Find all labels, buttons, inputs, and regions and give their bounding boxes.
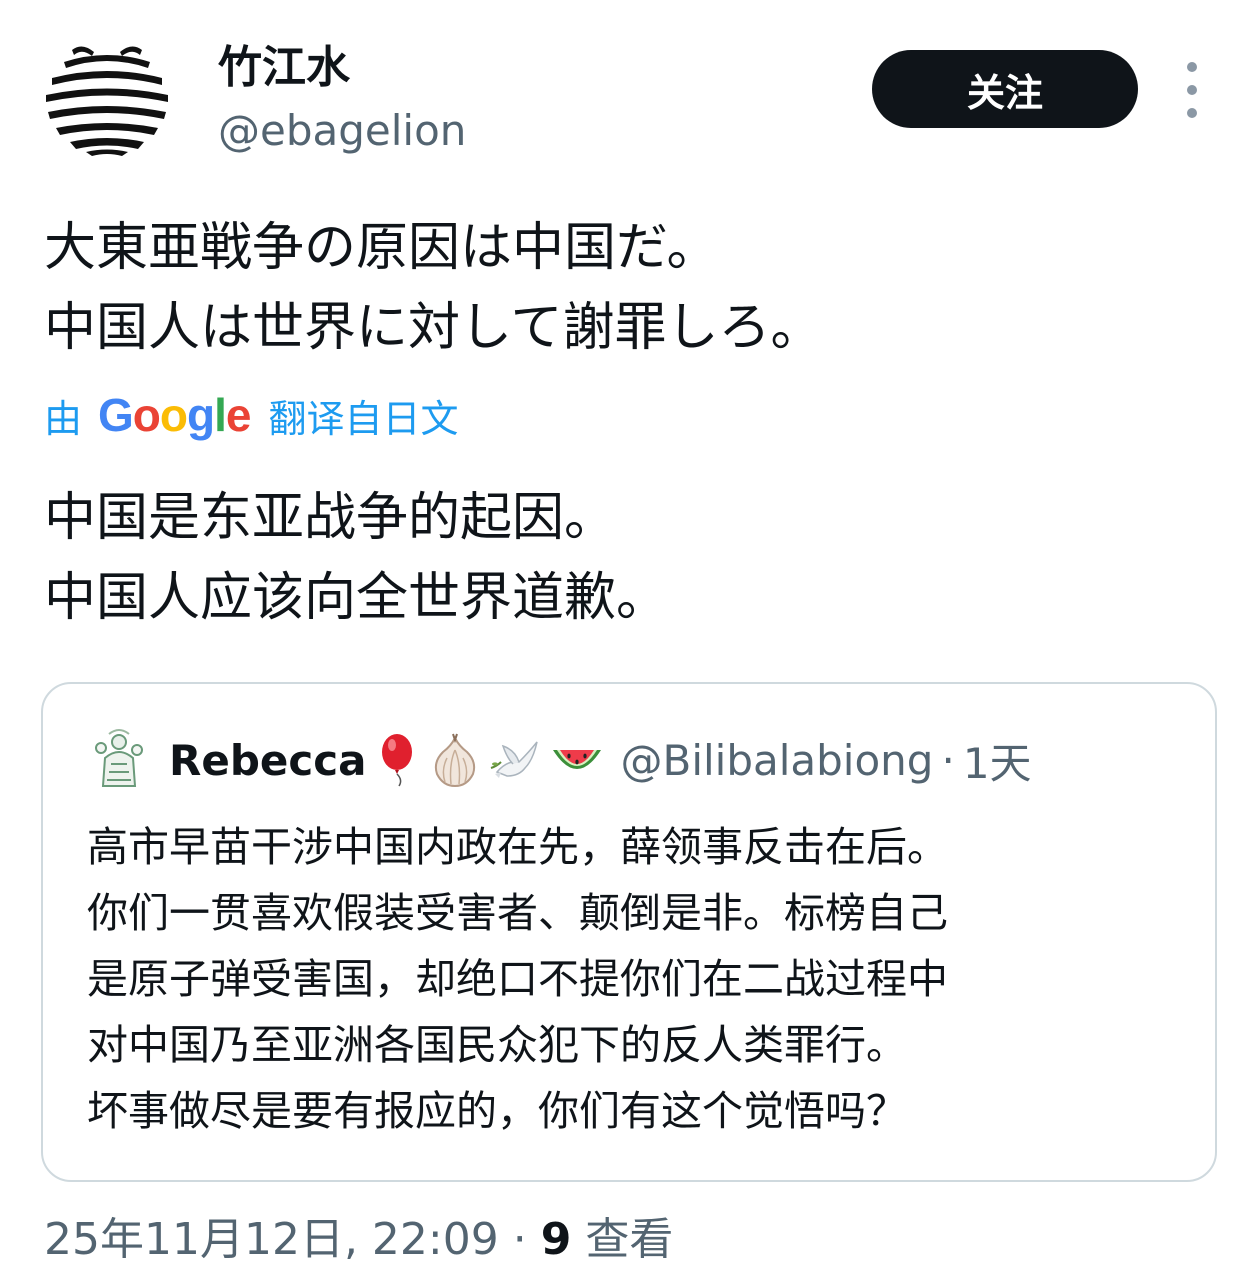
quote-author-handle[interactable]: @Bilibalabiong (621, 736, 934, 785)
quote-text-line: 对中国乃至亚洲各国民众犯下的反人类罪行。 (87, 1021, 907, 1069)
follow-button[interactable]: 关注 (872, 50, 1138, 128)
more-vertical-icon-dot (1187, 108, 1197, 118)
author-handle[interactable]: @ebagelion (218, 104, 466, 158)
quoted-tweet-card[interactable]: Rebecca @Bilibalabiong · 1天 高市早苗干涉中国内政在先… (41, 682, 1217, 1182)
tweet-meta: 25年11月12日, 22:09 · 9 查看 (44, 1210, 673, 1270)
views-count: 9 (540, 1214, 572, 1265)
quote-text-line: 你们一贯喜欢假装受害者、颠倒是非。标榜自己 (87, 889, 948, 937)
translation-prefix: 由 (44, 396, 83, 441)
quoted-tweet-body: 高市早苗干涉中国内政在先，薛领事反击在后。 你们一贯喜欢假装受害者、颠倒是非。标… (87, 814, 1197, 1144)
quote-separator: · (941, 735, 955, 785)
striped-frog-avatar-icon (45, 46, 169, 156)
more-vertical-icon-dot (1187, 85, 1197, 95)
quote-author-name[interactable]: Rebecca (169, 736, 367, 785)
quote-text-line: 是原子弹受害国，却绝口不提你们在二战过程中 (87, 955, 948, 1003)
translation-attribution[interactable]: 由 Google 翻译自日文 (44, 385, 459, 445)
quote-text-line: 高市早苗干涉中国内政在先，薛领事反击在后。 (87, 823, 948, 871)
tweet-text-line: 大東亜戦争の原因は中国だ。 (44, 218, 719, 278)
dove-icon (490, 741, 538, 778)
tweet-timestamp[interactable]: 25年11月12日, 22:09 (44, 1214, 499, 1265)
tweet-body: 大東亜戦争の原因は中国だ。 中国人は世界に対して謝罪しろ。 (44, 208, 1224, 368)
translated-text-line: 中国人应该向全世界道歉。 (44, 568, 669, 628)
more-options-button[interactable] (1170, 62, 1214, 118)
quoted-tweet-header: Rebecca @Bilibalabiong · 1天 (91, 728, 1032, 792)
balloon-icon (381, 734, 412, 787)
quote-author-avatar-icon[interactable] (91, 728, 147, 792)
google-logo-icon: Google (98, 389, 251, 441)
tweet-header: 竹江水 @ebagelion 关注 (0, 0, 1260, 170)
quote-text-line: 坏事做尽是要有报应的，你们有这个觉悟吗？ (87, 1087, 907, 1135)
more-vertical-icon-dot (1187, 62, 1197, 72)
quote-timestamp[interactable]: 1天 (963, 730, 1032, 791)
author-avatar[interactable] (42, 40, 172, 158)
translated-text-line: 中国是东亚战争的起因。 (44, 488, 617, 548)
views-label[interactable]: 查看 (585, 1214, 673, 1265)
translation-suffix: 翻译自日文 (268, 396, 459, 441)
meta-separator: · (512, 1214, 527, 1265)
tweet-text-line: 中国人は世界に対して謝罪しろ。 (44, 298, 823, 358)
watermelon-icon (552, 750, 601, 769)
author-display-name[interactable]: 竹江水 (218, 40, 350, 96)
translated-body: 中国是东亚战争的起因。 中国人应该向全世界道歉。 (44, 478, 1224, 638)
garlic-icon (434, 733, 475, 788)
